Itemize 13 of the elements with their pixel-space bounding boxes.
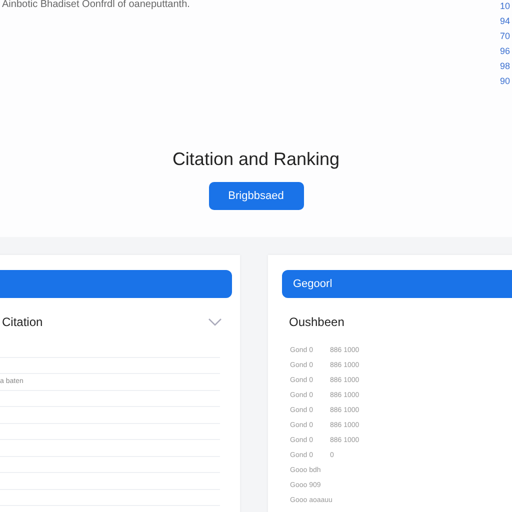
side-number: 94: [500, 15, 510, 27]
side-number: 10: [500, 0, 510, 12]
side-number: 70: [500, 30, 510, 42]
card-heading: Citation: [2, 315, 43, 329]
primary-button[interactable]: Brigbbsaed: [208, 182, 304, 210]
page-title: Citation and Ranking: [172, 149, 340, 170]
side-number: 90: [500, 75, 510, 87]
side-number: 98: [500, 60, 510, 72]
card-heading: Oushbeen: [289, 315, 346, 329]
bar-label: Gegoorl: [293, 278, 332, 290]
chevron-icon[interactable]: [208, 318, 222, 326]
intro-text: Ainbotic Bhadiset Oonfrdl of oaneputtanth.: [2, 0, 190, 12]
side-number: 96: [500, 45, 510, 57]
